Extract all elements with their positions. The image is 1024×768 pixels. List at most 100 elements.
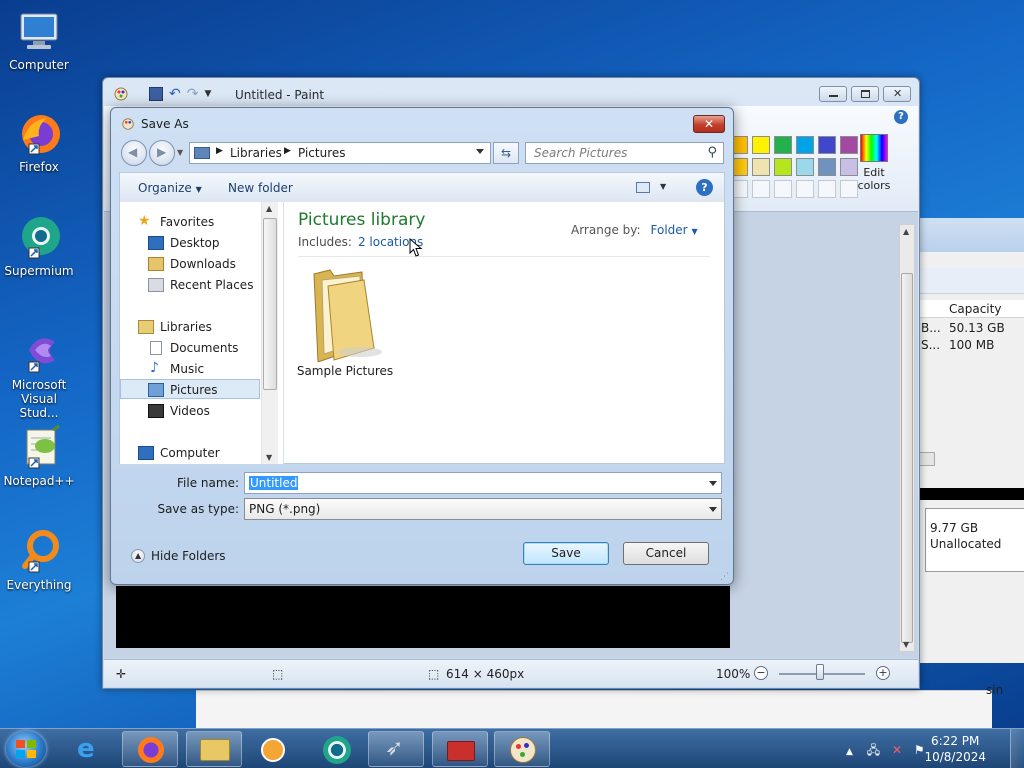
- back-button[interactable]: ◀: [121, 140, 147, 166]
- organize-button[interactable]: Organize ▼: [138, 181, 202, 195]
- hide-folders-button[interactable]: ▲ Hide Folders: [131, 549, 226, 563]
- show-desktop-button[interactable]: [1010, 729, 1024, 768]
- nav-libraries[interactable]: Libraries: [120, 317, 260, 337]
- redo-icon[interactable]: ↷: [187, 86, 199, 102]
- breadcrumb-libraries[interactable]: Libraries: [230, 146, 282, 160]
- maximize-button[interactable]: [851, 86, 879, 102]
- canvas-vertical-scrollbar[interactable]: ▲ ▼: [899, 224, 915, 652]
- taskbar-firefox[interactable]: [122, 731, 178, 767]
- taskbar-app-toolbox[interactable]: [432, 731, 488, 767]
- breadcrumb-separator-icon: ▶: [216, 146, 223, 156]
- disk-column-header[interactable]: Capacity: [919, 300, 1024, 318]
- refresh-icon: ⇆: [500, 146, 512, 160]
- color-swatch[interactable]: [752, 158, 770, 176]
- new-folder-button[interactable]: New folder: [228, 181, 293, 195]
- folder-item-sample-pictures[interactable]: Sample Pictures: [295, 262, 395, 378]
- unallocated-partition[interactable]: 9.77 GB Unallocated: [925, 508, 1024, 572]
- zoom-out-button[interactable]: −: [754, 666, 768, 680]
- help-icon[interactable]: ?: [696, 179, 713, 196]
- network-icon[interactable]: 🖧: [867, 743, 880, 757]
- forward-button[interactable]: ▶: [149, 140, 175, 166]
- customize-dropdown-icon[interactable]: ▼: [204, 89, 211, 99]
- color-swatch[interactable]: [818, 158, 836, 176]
- drawing-canvas[interactable]: [116, 586, 730, 648]
- taskbar-paint[interactable]: [494, 731, 550, 767]
- address-dropdown-icon[interactable]: [476, 149, 484, 154]
- windows-logo-icon: [16, 740, 36, 758]
- desktop-icon-notepadpp[interactable]: Notepad++: [2, 424, 76, 488]
- color-swatch-empty[interactable]: [752, 180, 770, 198]
- color-swatch[interactable]: [774, 158, 792, 176]
- paint-app-icon[interactable]: [113, 86, 129, 102]
- taskbar-app-rocket[interactable]: ➶: [368, 731, 424, 767]
- nav-videos[interactable]: Videos: [120, 401, 260, 421]
- zoom-slider-thumb[interactable]: [816, 664, 824, 680]
- nav-computer[interactable]: Computer: [120, 443, 260, 463]
- save-button[interactable]: Save: [523, 542, 609, 565]
- minimize-button[interactable]: [819, 86, 847, 102]
- color-swatch[interactable]: [796, 158, 814, 176]
- visual-studio-icon: [15, 328, 63, 376]
- arrange-by-dropdown[interactable]: Folder ▼: [651, 223, 698, 237]
- start-button[interactable]: [6, 731, 46, 767]
- disk-row-capacity: 50.13 GB: [949, 321, 1005, 335]
- address-bar[interactable]: ▶ Libraries ▶ Pictures: [189, 142, 491, 164]
- taskbar-internet-explorer[interactable]: e: [62, 731, 118, 767]
- zoom-in-button[interactable]: +: [876, 666, 890, 680]
- desktop-icon-supermium[interactable]: Supermium: [2, 214, 76, 278]
- taskbar-media-player[interactable]: [244, 731, 300, 767]
- action-center-icon[interactable]: ⚑: [914, 743, 925, 757]
- nav-downloads[interactable]: Downloads: [120, 254, 260, 274]
- help-icon[interactable]: ?: [894, 110, 908, 124]
- desktop-icon-everything[interactable]: Everything: [2, 528, 76, 592]
- color-swatch-empty[interactable]: [818, 180, 836, 198]
- color-swatch[interactable]: [818, 136, 836, 154]
- search-input[interactable]: Search Pictures ⚲: [525, 142, 724, 164]
- nav-recent-places[interactable]: Recent Places: [120, 275, 260, 295]
- nav-documents[interactable]: Documents: [120, 338, 260, 358]
- breadcrumb-pictures[interactable]: Pictures: [298, 146, 346, 160]
- desktop-icon-firefox[interactable]: Firefox: [2, 110, 76, 174]
- scrollbar-thumb[interactable]: [901, 273, 913, 643]
- file-name-input[interactable]: Untitled: [244, 472, 722, 494]
- show-hidden-icons-icon[interactable]: ▲: [846, 747, 853, 757]
- file-list-pane: Pictures library Includes: 2 locations Ar…: [285, 202, 724, 464]
- nav-pane-scrollbar[interactable]: ▲ ▼: [261, 202, 278, 464]
- resize-grip-icon[interactable]: ⋰: [720, 572, 729, 582]
- internet-explorer-icon: e: [77, 734, 95, 764]
- clock[interactable]: 6:22 PM 10/8/2024: [924, 733, 986, 765]
- disk-window-titlebar: [919, 218, 1024, 252]
- color-swatch-empty[interactable]: [774, 180, 792, 198]
- nav-desktop[interactable]: Desktop: [120, 233, 260, 253]
- scrollbar-thumb[interactable]: [263, 218, 277, 390]
- cancel-button[interactable]: Cancel: [623, 542, 709, 565]
- volume-muted-icon[interactable]: ✕: [892, 743, 902, 757]
- color-swatch[interactable]: [774, 136, 792, 154]
- save-icon[interactable]: [149, 87, 163, 101]
- nav-music[interactable]: ♪ Music: [120, 359, 260, 379]
- file-name-dropdown-icon[interactable]: [709, 481, 717, 486]
- quick-access-toolbar: ↶ ↷ ▼: [113, 86, 211, 102]
- desktop-icon-computer[interactable]: Computer: [2, 8, 76, 72]
- color-swatch-empty[interactable]: [796, 180, 814, 198]
- refresh-button[interactable]: ⇆: [493, 142, 519, 164]
- recent-locations-icon[interactable]: ▼: [177, 148, 183, 157]
- color-swatch[interactable]: [796, 136, 814, 154]
- dialog-close-button[interactable]: ✕: [693, 115, 725, 133]
- nav-pictures[interactable]: Pictures: [120, 379, 260, 399]
- command-bar: Organize ▼ New folder ▼ ?: [119, 172, 725, 202]
- color-swatch[interactable]: [752, 136, 770, 154]
- edit-colors-button[interactable]: Edit colors: [856, 134, 892, 194]
- desktop-icon-visual-studio[interactable]: Microsoft Visual Stud...: [2, 328, 76, 420]
- disk-hscroll-thumb[interactable]: [919, 452, 935, 466]
- disk-window-toolbar: [919, 268, 1024, 294]
- nav-favorites[interactable]: ★ Favorites: [120, 212, 260, 232]
- file-name-label: File name:: [177, 476, 239, 490]
- close-button[interactable]: ✕: [883, 86, 911, 102]
- taskbar-supermium[interactable]: [308, 731, 364, 767]
- taskbar-explorer[interactable]: [186, 731, 242, 767]
- view-options-icon[interactable]: [636, 182, 650, 193]
- view-dropdown-icon[interactable]: ▼: [660, 182, 666, 191]
- undo-icon[interactable]: ↶: [169, 86, 181, 102]
- save-as-type-select[interactable]: PNG (*.png): [244, 498, 722, 520]
